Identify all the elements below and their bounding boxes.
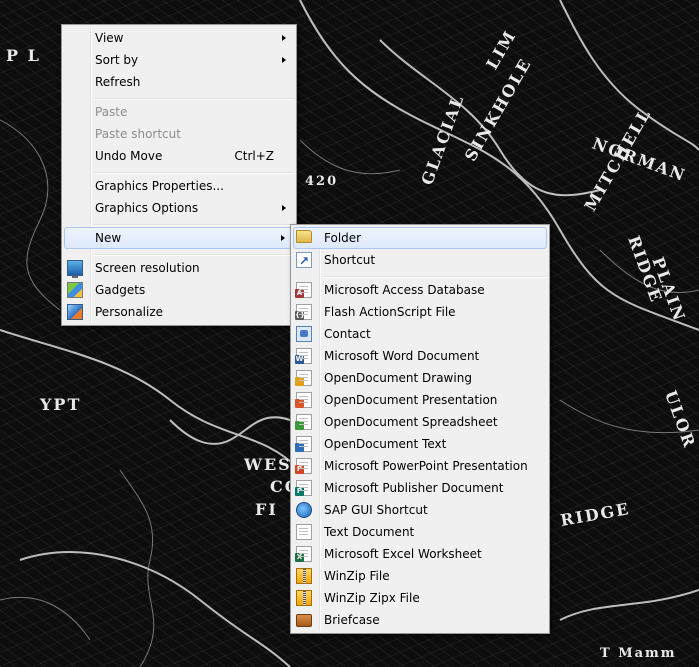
winzip-icon [296,568,312,584]
word-icon: W [295,348,312,364]
map-label: WES [244,455,292,474]
new-item-folder[interactable]: Folder [293,227,547,249]
odt-icon [295,436,312,452]
menu-item-graphics-properties[interactable]: Graphics Properties... [64,175,294,197]
text-document-icon [296,524,312,540]
menu-item-graphics-options[interactable]: Graphics Options [64,197,294,219]
menu-item-label: Folder [324,231,362,245]
powerpoint-icon: P [295,458,312,474]
new-item-sap-gui-shortcut[interactable]: SAP GUI Shortcut [293,499,547,521]
menu-item-label: Text Document [324,525,415,539]
submenu-arrow-icon [282,205,286,211]
menu-item-label: WinZip File [324,569,390,583]
map-label: 420 [305,174,339,189]
odg-icon [295,370,312,386]
menu-item-label: WinZip Zipx File [324,591,420,605]
shortcut-key-label: Ctrl+Z [234,149,274,163]
ods-icon [295,414,312,430]
menu-separator [94,172,294,174]
menu-item-label: Undo Move [95,149,163,163]
menu-item-label: Microsoft PowerPoint Presentation [324,459,528,473]
new-item-winzip-zipx-file[interactable]: WinZip Zipx File [293,587,547,609]
folder-icon [296,230,312,243]
menu-item-refresh[interactable]: Refresh [64,71,294,93]
new-item-actionscript-file[interactable]: {} Flash ActionScript File [293,301,547,323]
map-label: T Mamm [600,646,677,661]
new-item-winzip-file[interactable]: WinZip File [293,565,547,587]
menu-item-screen-resolution[interactable]: Screen resolution [64,257,294,279]
shortcut-icon [296,250,312,272]
new-item-word-document[interactable]: W Microsoft Word Document [293,345,547,367]
menu-item-new[interactable]: New [64,227,294,249]
menu-separator [94,224,294,226]
excel-icon: X [295,546,312,562]
desktop-context-menu: View Sort by Refresh Paste Paste shortcu… [61,24,297,326]
menu-item-label: OpenDocument Presentation [324,393,498,407]
map-label: P L [6,46,41,65]
menu-item-label: Screen resolution [95,261,200,275]
menu-item-label: Microsoft Access Database [324,283,485,297]
new-item-opendocument-presentation[interactable]: OpenDocument Presentation [293,389,547,411]
menu-item-label: Contact [324,327,371,341]
menu-item-label: Paste [95,105,128,119]
screen-resolution-icon [67,260,83,278]
menu-item-paste-shortcut[interactable]: Paste shortcut [64,123,294,145]
new-item-contact[interactable]: Contact [293,323,547,345]
submenu-arrow-icon [282,57,286,63]
new-item-opendocument-spreadsheet[interactable]: OpenDocument Spreadsheet [293,411,547,433]
sap-icon [296,502,312,518]
contact-icon [296,326,312,342]
menu-item-label: Paste shortcut [95,127,181,141]
personalize-icon [67,304,83,320]
menu-item-personalize[interactable]: Personalize [64,301,294,323]
menu-item-label: Shortcut [324,253,376,267]
new-item-excel-worksheet[interactable]: X Microsoft Excel Worksheet [293,543,547,565]
new-item-shortcut[interactable]: Shortcut [293,249,547,272]
actionscript-icon: {} [295,304,312,320]
menu-item-label: Personalize [95,305,164,319]
gadgets-icon [67,282,83,298]
menu-separator [94,98,294,100]
winzip-zipx-icon [296,590,312,606]
menu-item-label: Flash ActionScript File [324,305,456,319]
new-item-powerpoint-presentation[interactable]: P Microsoft PowerPoint Presentation [293,455,547,477]
map-label: FI [255,500,278,519]
menu-item-label: OpenDocument Drawing [324,371,472,385]
odp-icon [295,392,312,408]
menu-item-label: Sort by [95,53,139,67]
new-item-access-database[interactable]: A Microsoft Access Database [293,279,547,301]
new-submenu: Folder Shortcut A Microsoft Access Databa… [290,224,550,634]
menu-item-label: Refresh [95,75,141,89]
menu-item-label: OpenDocument Spreadsheet [324,415,498,429]
menu-item-view[interactable]: View [64,27,294,49]
menu-item-label: Gadgets [95,283,146,297]
menu-item-label: Microsoft Excel Worksheet [324,547,482,561]
menu-item-label: View [95,31,124,45]
menu-item-label: New [95,231,122,245]
publisher-icon: P [295,480,312,496]
map-label: YPT [40,395,82,414]
menu-item-label: Graphics Properties... [95,179,224,193]
menu-item-label: Microsoft Word Document [324,349,480,363]
new-item-opendocument-drawing[interactable]: OpenDocument Drawing [293,367,547,389]
menu-item-label: Microsoft Publisher Document [324,481,504,495]
menu-item-sort-by[interactable]: Sort by [64,49,294,71]
new-item-opendocument-text[interactable]: OpenDocument Text [293,433,547,455]
menu-item-label: Briefcase [324,613,380,627]
menu-separator [94,254,294,256]
new-item-text-document[interactable]: Text Document [293,521,547,543]
submenu-arrow-icon [281,235,285,241]
menu-item-label: Graphics Options [95,201,199,215]
menu-item-label: OpenDocument Text [324,437,447,451]
menu-item-paste[interactable]: Paste [64,101,294,123]
menu-separator [323,276,547,278]
menu-item-gadgets[interactable]: Gadgets [64,279,294,301]
new-item-briefcase[interactable]: Briefcase [293,609,547,631]
menu-item-undo-move[interactable]: Undo Move Ctrl+Z [64,145,294,167]
menu-item-label: SAP GUI Shortcut [324,503,428,517]
new-item-publisher-document[interactable]: P Microsoft Publisher Document [293,477,547,499]
submenu-arrow-icon [282,35,286,41]
access-icon: A [295,282,312,298]
briefcase-icon [296,614,312,627]
